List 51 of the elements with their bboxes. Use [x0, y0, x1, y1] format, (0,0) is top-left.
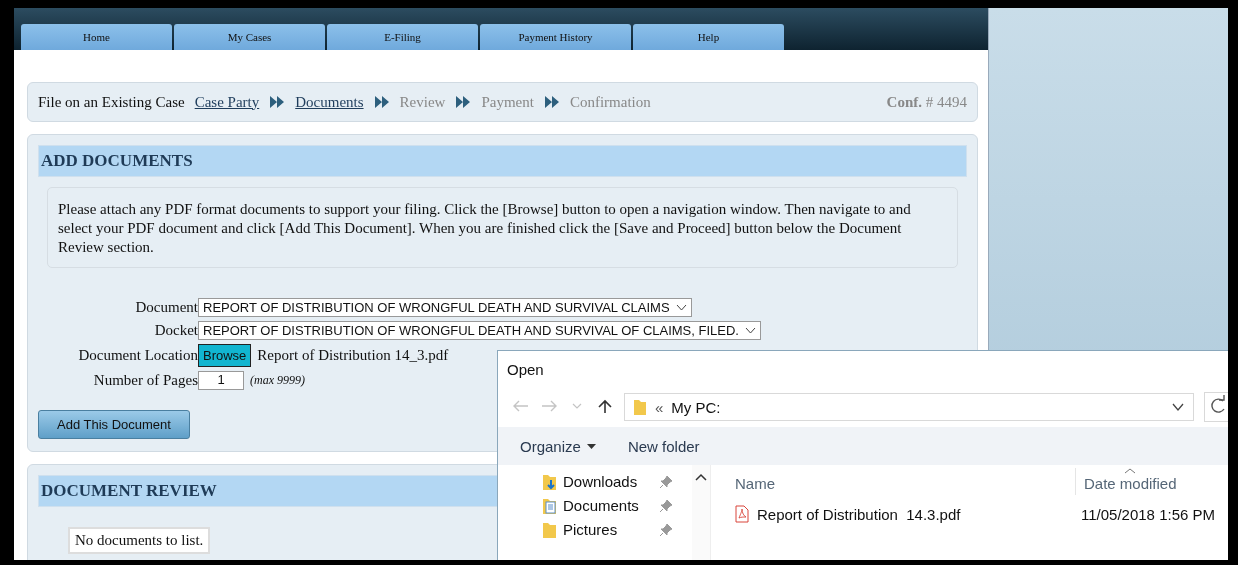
- section-heading: ADD DOCUMENTS: [38, 145, 967, 177]
- caret-icon: [586, 443, 596, 449]
- documents-folder-icon: [542, 496, 557, 515]
- field-label: Document Location: [77, 347, 198, 364]
- double-chevron-icon: [543, 95, 560, 109]
- empty-list-message: No documents to list.: [68, 527, 211, 554]
- nav-tab[interactable]: My Cases: [174, 24, 325, 50]
- field-label: Document: [134, 299, 198, 316]
- file-date: 11/05/2018 1:56 PM: [1081, 505, 1215, 523]
- breadcrumb-step: Confirmation: [569, 93, 651, 111]
- address-bar[interactable]: « My PC:: [624, 393, 1194, 421]
- file-name[interactable]: Report of Distribution 14.3.pdf: [757, 505, 1073, 523]
- instructions-text: Please attach any PDF format documents to support your filing. Click the [Browse] button to open a navigation window. Then navigate to and select your PDF document and click [Add This Document]. When you are finished click the [Save and Proceed] button below the Document Review section.: [47, 187, 958, 268]
- page-count-field[interactable]: 1: [198, 371, 244, 390]
- dialog-title: Open: [506, 360, 545, 380]
- field-label: Docket: [153, 322, 198, 339]
- breadcrumb-link[interactable]: Documents: [295, 93, 364, 111]
- toolbar-button[interactable]: New folder: [623, 435, 704, 457]
- double-chevron-icon: [269, 95, 286, 109]
- folder-icon: [542, 520, 557, 539]
- sort-caret-icon: [1124, 468, 1137, 474]
- field-label: Number of Pages: [92, 372, 198, 389]
- download-folder-icon: [542, 472, 557, 491]
- breadcrumb-title: File on an Existing Case: [38, 93, 185, 111]
- nav-tab[interactable]: Payment History: [480, 24, 631, 50]
- column-header[interactable]: Date modified: [1084, 475, 1177, 492]
- double-chevron-icon: [373, 95, 390, 109]
- up-arrow-icon[interactable]: [596, 399, 614, 415]
- dropdown-field[interactable]: REPORT OF DISTRIBUTION OF WRONGFUL DEATH AND SURVIVAL OF CLAIMS, FILED.: [198, 321, 761, 340]
- breadcrumb-link[interactable]: Case Party: [194, 93, 260, 111]
- add-document-button[interactable]: Add This Document: [38, 410, 190, 439]
- dropdown-field[interactable]: REPORT OF DISTRIBUTION OF WRONGFUL DEATH AND SURVIVAL CLAIMS: [198, 298, 692, 317]
- folder-item[interactable]: Pictures: [542, 519, 692, 540]
- breadcrumb-step: Payment: [481, 93, 534, 111]
- chevron-down-icon: [744, 327, 756, 334]
- chevron-down-icon: [1171, 402, 1185, 412]
- pdf-file-icon: [735, 505, 749, 523]
- menu-button[interactable]: Organize: [516, 435, 600, 457]
- scroll-up-icon[interactable]: [695, 473, 707, 481]
- field-hint: (max 9999): [250, 373, 305, 388]
- refresh-icon[interactable]: [1204, 392, 1228, 422]
- breadcrumb-step: Review: [399, 93, 446, 111]
- chevron-down-icon: [675, 304, 687, 311]
- nav-tab[interactable]: Home: [21, 24, 172, 50]
- nav-tab[interactable]: Help: [633, 24, 784, 50]
- confirmation-number: Conf. # 4494: [886, 93, 967, 111]
- browse-button[interactable]: Browse: [198, 344, 252, 367]
- file-name: Report of Distribution 14_3.pdf: [257, 347, 449, 364]
- double-chevron-icon: [455, 95, 472, 109]
- folder-icon: [633, 398, 647, 416]
- nav-tab[interactable]: E-Filing: [327, 24, 478, 50]
